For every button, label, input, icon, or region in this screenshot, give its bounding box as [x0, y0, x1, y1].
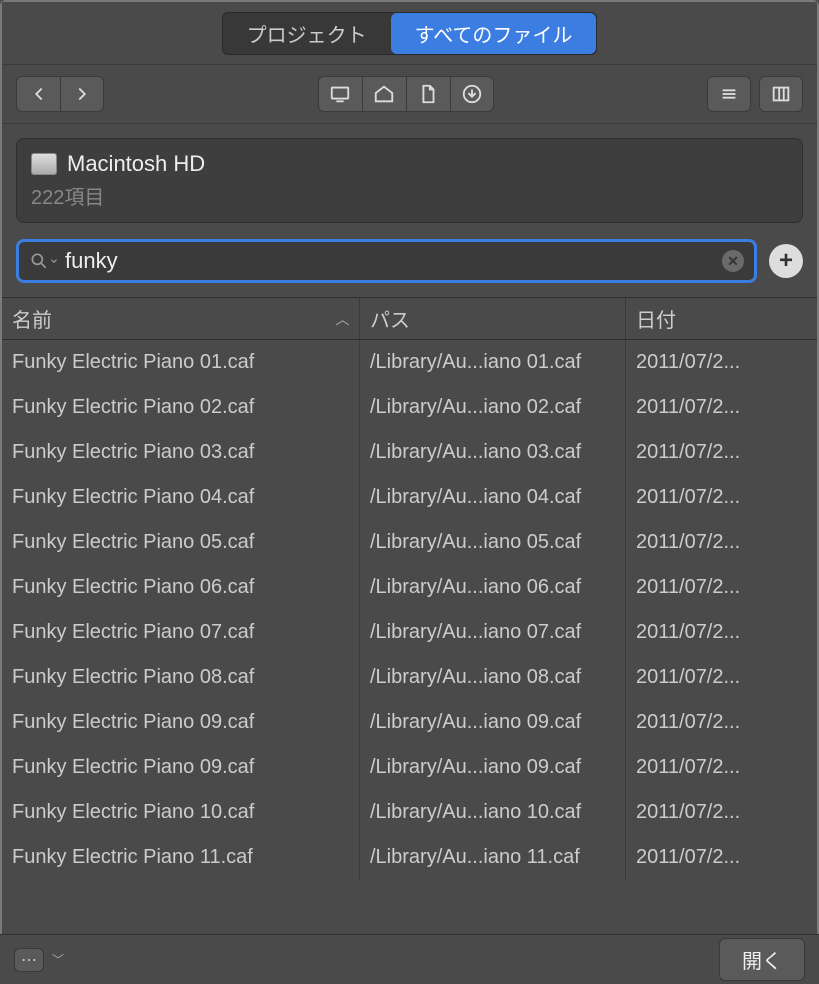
forward-button[interactable]	[60, 76, 104, 112]
more-options-button[interactable]: ⋯	[14, 948, 44, 972]
location-title: Macintosh HD	[67, 151, 205, 177]
cell-path: /Library/Au...iano 09.caf	[360, 700, 626, 745]
cell-date: 2011/07/2...	[626, 745, 817, 790]
table-row[interactable]: Funky Electric Piano 05.caf/Library/Au..…	[2, 520, 817, 565]
cell-date: 2011/07/2...	[626, 700, 817, 745]
cell-date: 2011/07/2...	[626, 475, 817, 520]
table-header: 名前 〈 パス 日付	[2, 298, 817, 340]
tab-all-files[interactable]: すべてのファイル	[391, 13, 597, 54]
cell-date: 2011/07/2...	[626, 790, 817, 835]
column-header-date[interactable]: 日付	[626, 298, 817, 339]
cell-name: Funky Electric Piano 02.caf	[2, 385, 360, 430]
table-row[interactable]: Funky Electric Piano 09.caf/Library/Au..…	[2, 745, 817, 790]
open-button[interactable]: 開く	[719, 938, 805, 981]
toolbar	[2, 64, 817, 124]
cell-path: /Library/Au...iano 03.caf	[360, 430, 626, 475]
cell-path: /Library/Au...iano 11.caf	[360, 835, 626, 880]
list-icon	[718, 83, 740, 105]
cell-name: Funky Electric Piano 04.caf	[2, 475, 360, 520]
search-icon	[29, 251, 59, 271]
download-icon	[461, 83, 483, 105]
cell-name: Funky Electric Piano 09.caf	[2, 700, 360, 745]
cell-date: 2011/07/2...	[626, 520, 817, 565]
table-row[interactable]: Funky Electric Piano 04.caf/Library/Au..…	[2, 475, 817, 520]
cell-path: /Library/Au...iano 02.caf	[360, 385, 626, 430]
cell-name: Funky Electric Piano 08.caf	[2, 655, 360, 700]
search-box: ✕	[16, 239, 757, 283]
footer: ⋯ ﹀ 開く	[0, 934, 819, 984]
location-item-count: 222項目	[31, 181, 788, 210]
cell-date: 2011/07/2...	[626, 655, 817, 700]
cell-path: /Library/Au...iano 05.caf	[360, 520, 626, 565]
table-row[interactable]: Funky Electric Piano 10.caf/Library/Au..…	[2, 790, 817, 835]
cell-name: Funky Electric Piano 06.caf	[2, 565, 360, 610]
columns-view-button[interactable]	[759, 76, 803, 112]
cell-name: Funky Electric Piano 03.caf	[2, 430, 360, 475]
search-row: ✕ +	[2, 233, 817, 297]
search-input[interactable]	[65, 248, 722, 274]
location-panel: Macintosh HD 222項目	[16, 138, 803, 223]
cell-name: Funky Electric Piano 07.caf	[2, 610, 360, 655]
table-row[interactable]: Funky Electric Piano 08.caf/Library/Au..…	[2, 655, 817, 700]
back-button[interactable]	[16, 76, 60, 112]
column-header-name[interactable]: 名前 〈	[2, 298, 360, 339]
list-view-button[interactable]	[707, 76, 751, 112]
document-icon	[417, 83, 439, 105]
display-icon	[329, 83, 351, 105]
tab-group: プロジェクト すべてのファイル	[222, 12, 598, 55]
cell-path: /Library/Au...iano 10.caf	[360, 790, 626, 835]
cell-path: /Library/Au...iano 06.caf	[360, 565, 626, 610]
table-row[interactable]: Funky Electric Piano 11.caf/Library/Au..…	[2, 835, 817, 880]
cell-name: Funky Electric Piano 10.caf	[2, 790, 360, 835]
cell-path: /Library/Au...iano 01.caf	[360, 340, 626, 385]
cell-date: 2011/07/2...	[626, 430, 817, 475]
table-row[interactable]: Funky Electric Piano 01.caf/Library/Au..…	[2, 340, 817, 385]
column-header-path[interactable]: パス	[360, 298, 626, 339]
cell-path: /Library/Au...iano 08.caf	[360, 655, 626, 700]
cell-name: Funky Electric Piano 09.caf	[2, 745, 360, 790]
cell-name: Funky Electric Piano 01.caf	[2, 340, 360, 385]
sort-chevron-icon: 〈	[332, 312, 352, 326]
tab-project[interactable]: プロジェクト	[223, 13, 391, 54]
columns-icon	[770, 83, 792, 105]
chevron-left-icon	[28, 83, 50, 105]
download-button[interactable]	[450, 76, 494, 112]
computer-button[interactable]	[318, 76, 362, 112]
table-row[interactable]: Funky Electric Piano 07.caf/Library/Au..…	[2, 610, 817, 655]
cell-path: /Library/Au...iano 04.caf	[360, 475, 626, 520]
file-table: 名前 〈 パス 日付 Funky Electric Piano 01.caf/L…	[2, 297, 817, 880]
cell-path: /Library/Au...iano 09.caf	[360, 745, 626, 790]
cell-name: Funky Electric Piano 11.caf	[2, 835, 360, 880]
tabs-top: プロジェクト すべてのファイル	[2, 2, 817, 64]
home-icon	[373, 83, 395, 105]
cell-date: 2011/07/2...	[626, 610, 817, 655]
clear-search-button[interactable]: ✕	[722, 250, 744, 272]
cell-date: 2011/07/2...	[626, 340, 817, 385]
table-row[interactable]: Funky Electric Piano 03.caf/Library/Au..…	[2, 430, 817, 475]
table-row[interactable]: Funky Electric Piano 06.caf/Library/Au..…	[2, 565, 817, 610]
document-button[interactable]	[406, 76, 450, 112]
drive-icon	[31, 153, 57, 175]
chevron-right-icon	[71, 83, 93, 105]
column-name-label: 名前	[12, 304, 52, 333]
cell-name: Funky Electric Piano 05.caf	[2, 520, 360, 565]
cell-path: /Library/Au...iano 07.caf	[360, 610, 626, 655]
home-button[interactable]	[362, 76, 406, 112]
table-row[interactable]: Funky Electric Piano 09.caf/Library/Au..…	[2, 700, 817, 745]
chevron-down-icon[interactable]: ﹀	[52, 951, 64, 968]
add-button[interactable]: +	[769, 244, 803, 278]
cell-date: 2011/07/2...	[626, 385, 817, 430]
cell-date: 2011/07/2...	[626, 565, 817, 610]
cell-date: 2011/07/2...	[626, 835, 817, 880]
table-row[interactable]: Funky Electric Piano 02.caf/Library/Au..…	[2, 385, 817, 430]
